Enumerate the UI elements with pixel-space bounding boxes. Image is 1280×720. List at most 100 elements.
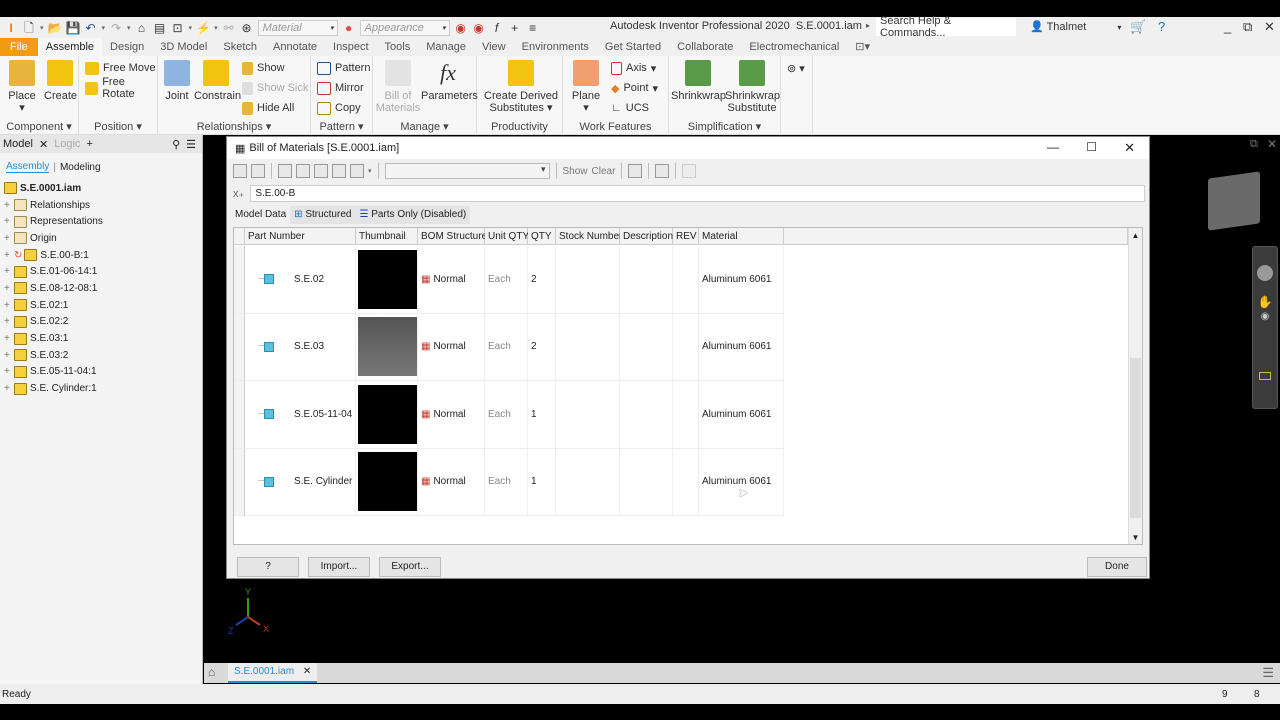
shrinkwrap-substitute-button[interactable]: Shrinkwrap Substitute [725,60,780,114]
new-icon[interactable]: 🗋 [22,21,36,35]
hide-all-button[interactable]: Hide All [242,100,294,116]
table-row[interactable]: ┈ S.E. Cylinder ▦ Normal Each 1 Aluminum 6061 [234,448,784,516]
expand-icon[interactable]: + [4,333,14,344]
tab-view[interactable]: View [474,38,514,56]
tab-design[interactable]: Design [102,38,152,56]
stock-number-cell[interactable] [556,381,620,449]
plane-button[interactable]: Plane ▾ [569,60,603,114]
cart-icon[interactable]: 🛒 [1130,19,1146,35]
qty-cell[interactable]: 2 [528,313,556,381]
customize-icon[interactable]: ≡ [526,21,540,35]
tree-item-component[interactable]: + S.E.08-12-08:1 [0,280,202,297]
description-cell[interactable] [620,448,673,516]
tree-item-component[interactable]: + S.E.02:2 [0,314,202,331]
adjust-appearance-icon[interactable]: ◉ [472,21,486,35]
tree-item-component[interactable]: + S.E.01-06-14:1 [0,263,202,280]
column-header[interactable]: Stock Number [556,228,622,245]
ribbon-display-toggle[interactable]: ⊡▾ [847,38,878,56]
expand-icon[interactable]: + [4,266,14,277]
column-header[interactable]: Description [620,228,673,245]
place-button[interactable]: Place ▾ [6,60,38,114]
description-cell[interactable] [620,313,673,381]
scroll-down-icon[interactable]: ▼ [1129,533,1142,542]
help-icon[interactable]: ? [1158,19,1165,34]
column-header[interactable]: QTY [528,228,556,245]
qty-cell[interactable]: 2 [528,246,556,314]
view-face-icon[interactable] [1259,372,1271,380]
tab-model-data[interactable]: Model Data [231,206,291,224]
redo-icon[interactable]: ↷ [109,21,123,35]
tree-item-component[interactable]: + S.E.05-11-04:1 [0,364,202,381]
row-header[interactable] [234,381,245,449]
show-sick-button[interactable]: Show Sick [242,80,308,96]
column-header[interactable]: REV [673,228,699,245]
home-tab-icon[interactable]: ⌂ [208,665,215,679]
expand-icon[interactable]: + [4,350,14,361]
plus-icon[interactable]: + [508,21,522,35]
stock-number-cell[interactable] [556,246,620,314]
tab-sketch[interactable]: Sketch [215,38,265,56]
free-rotate-button[interactable]: Free Rotate [85,76,157,100]
point-button[interactable]: ◆ Point ▾ [611,80,658,96]
dialog-close-icon[interactable]: ✕ [1124,140,1135,156]
equation-icon[interactable]: x₊ [233,187,244,200]
tree-item-representations[interactable]: + Representations [0,213,202,230]
steering-wheel-icon[interactable] [1257,265,1273,281]
material-combo[interactable]: Material ▾ [257,19,338,36]
panel-title-pattern[interactable]: Pattern ▾ [311,120,372,133]
mirror-button[interactable]: Mirror [317,80,364,96]
expand-icon[interactable]: + [4,233,14,244]
scroll-thumb[interactable] [1130,358,1141,518]
unit-qty-cell[interactable]: Each [485,448,528,516]
unit-qty-cell[interactable]: Each [485,381,528,449]
column-header[interactable]: BOM Structure [418,228,487,245]
tab-file[interactable]: File [0,38,38,56]
minimize-icon[interactable]: _ [1224,19,1231,34]
bom-structure-cell[interactable]: ▦ Normal [418,448,485,516]
tabs-menu-icon[interactable]: ☰ [1262,665,1274,681]
expand-icon[interactable]: + [4,216,14,227]
export-icon[interactable] [332,164,346,178]
tree-item-relationships[interactable]: + Relationships [0,197,202,214]
dialog-minimize-icon[interactable]: — [1047,140,1059,154]
add-column-icon[interactable] [314,164,328,178]
description-cell[interactable] [620,381,673,449]
create-derived-substitutes-button[interactable]: Create Derived Substitutes ▾ [481,60,561,114]
pan-icon[interactable]: ✋ [1253,295,1277,309]
user-menu[interactable]: 👤 Thalmet ▾ [1030,20,1121,33]
row-header[interactable] [234,448,245,516]
panel-title-position[interactable]: Position ▾ [79,120,157,133]
save-icon[interactable]: 💾 [66,21,81,35]
expand-icon[interactable]: + [4,283,14,294]
document-tab-close-icon[interactable]: ✕ [303,666,311,677]
expand-icon[interactable]: + [4,250,14,261]
expand-icon[interactable]: + [4,383,14,394]
ucs-button[interactable]: ∟ UCS [611,100,649,116]
add-custom-icon[interactable] [682,164,697,178]
unit-qty-cell[interactable]: Each [485,313,528,381]
scroll-up-icon[interactable]: ▲ [1129,231,1142,240]
axis-button[interactable]: Axis ▾ [611,60,656,76]
dialog-titlebar[interactable]: ▦ Bill of Materials [S.E.0001.iam] — ☐ ✕ [227,137,1149,159]
tab-collaborate[interactable]: Collaborate [669,38,741,56]
path-field[interactable]: S.E.00-B [250,184,1145,202]
import-button[interactable]: Import... [308,557,370,577]
tab-parts-only[interactable]: ☰ Parts Only (Disabled) [355,206,471,224]
tab-inspect[interactable]: Inspect [325,38,376,56]
sort-icon[interactable] [278,164,292,178]
tree-item-component[interactable]: + ↻ S.E.00-B:1 [0,247,202,264]
edit-icon[interactable] [251,164,265,178]
tab-annotate[interactable]: Annotate [265,38,325,56]
column-header[interactable]: Thumbnail [356,228,418,245]
tab-tools[interactable]: Tools [377,38,419,56]
expand-icon[interactable]: + [4,200,14,211]
tree-item-component[interactable]: + S.E.03:2 [0,347,202,364]
expand-icon[interactable]: + [4,366,14,377]
undo-icon[interactable]: ↶ [84,21,98,35]
ribbon-more-button[interactable]: ⊚ ▾ [787,60,805,76]
tree-root[interactable]: S.E.0001.iam [0,180,202,197]
material-cell[interactable]: Aluminum 6061 [699,448,784,516]
globe-icon[interactable]: ⊛ [240,21,254,35]
search-help-input[interactable]: Search Help & Commands... [876,15,1016,39]
shrinkwrap-button[interactable]: Shrinkwrap [671,60,726,102]
